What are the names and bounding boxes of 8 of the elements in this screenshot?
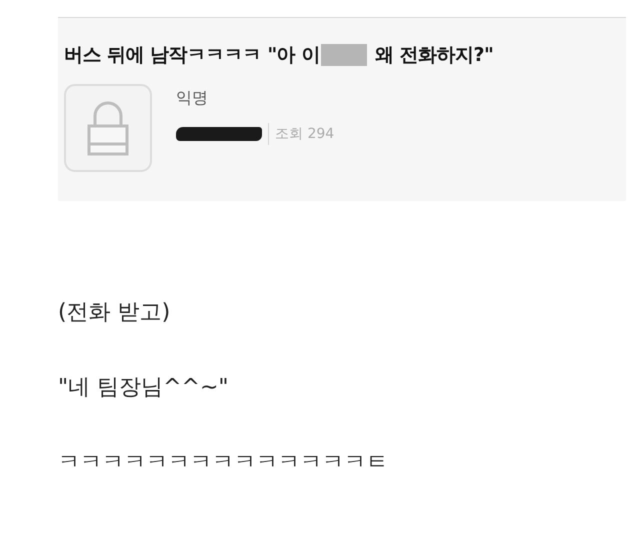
body-text: "네 팀장님^^~" (58, 374, 230, 402)
lock-icon (64, 84, 152, 172)
body-text: ㅋㅋㅋㅋㅋㅋㅋㅋㅋㅋㅋㅋㅋㅋㅌ (58, 449, 389, 477)
post-title: 버스 뒤에 남작ㅋㅋㅋㅋ "아 이 (64, 43, 320, 68)
post-title: 왜 전화하지?" (374, 43, 494, 68)
view-count: 조회 294 (275, 125, 334, 143)
body-text: (전화 받고) (58, 299, 172, 327)
author-name: 익명 (176, 88, 209, 109)
